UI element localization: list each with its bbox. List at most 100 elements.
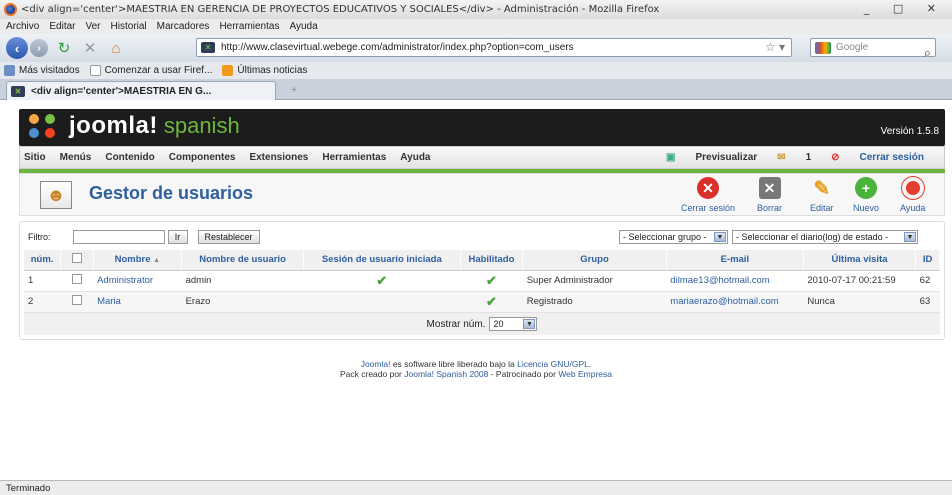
menu-componentes[interactable]: Componentes — [169, 152, 236, 163]
joomla-logo-icon — [27, 112, 61, 140]
forward-button[interactable]: › — [30, 39, 48, 57]
home-icon[interactable]: ⌂ — [106, 40, 126, 57]
menu-contenido[interactable]: Contenido — [105, 152, 154, 163]
col-group[interactable]: Grupo — [522, 250, 667, 271]
bookmark-latest-news[interactable]: Últimas noticias — [222, 65, 307, 76]
new-tab-button[interactable]: + — [291, 85, 297, 96]
col-name[interactable]: Nombre ▲ — [93, 250, 183, 271]
col-last-visit[interactable]: Última visita — [803, 250, 917, 271]
joomla-logo-subtext: spanish — [163, 113, 240, 138]
search-input[interactable]: Google ⌕ — [810, 38, 936, 60]
col-email[interactable]: E-mail — [666, 250, 804, 271]
rss-icon — [222, 65, 234, 76]
new-button[interactable]: + Nuevo — [853, 177, 879, 213]
cell-checkbox[interactable] — [60, 291, 94, 313]
joomla-spanish-link[interactable]: Joomla! Spanish 2008 — [404, 369, 488, 379]
admin-menu: Sitio Menús Contenido Componentes Extens… — [19, 146, 945, 169]
menubar: Archivo Editar Ver Historial Marcadores … — [0, 19, 952, 34]
messages-count[interactable]: 1 — [806, 152, 812, 163]
bookmark-star-icon[interactable]: ☆ ▾ — [765, 40, 785, 54]
row-checkbox[interactable] — [71, 295, 82, 305]
menu-marcadores[interactable]: Marcadores — [157, 21, 210, 32]
cell-name-link[interactable]: Administrator — [93, 270, 182, 292]
table-row: 2 Maria Erazo ✔ Registrado mariaerazo@ho… — [24, 291, 940, 313]
menu-herramientas-admin[interactable]: Herramientas — [322, 152, 386, 163]
col-id[interactable]: ID — [915, 250, 940, 271]
status-bar: Terminado — [0, 480, 952, 495]
lifebuoy-icon — [901, 177, 924, 199]
messages-icon: ✉ — [777, 152, 786, 163]
tab-active[interactable]: ✕ <div align='center'>MAESTRIA EN G... + — [6, 81, 297, 100]
cell-email-link[interactable]: dilmae13@hotmail.com — [666, 270, 804, 292]
firefox-icon — [4, 3, 17, 16]
cell-email-link[interactable]: mariaerazo@hotmail.com — [666, 291, 804, 313]
filter-input[interactable] — [72, 230, 165, 244]
log-status-select[interactable]: - Seleccionar el diario(log) de estado -… — [732, 230, 918, 244]
row-checkbox[interactable] — [71, 274, 82, 284]
admin-status: ▣ Previsualizar ✉ 1 ⊘ Cerrar sesión — [660, 152, 938, 163]
chevron-down-icon: ▼ — [523, 319, 536, 329]
search-icon[interactable]: ⌕ — [924, 45, 931, 61]
logout-user-button[interactable]: ✕ Cerrar sesión — [681, 177, 735, 213]
filter-go-button[interactable]: Ir — [167, 230, 188, 244]
tab-label: <div align='center'>MAESTRIA EN G... — [31, 85, 212, 97]
pagination: Mostrar núm. 20 ▼ — [24, 313, 940, 335]
enabled-check-icon[interactable]: ✔ — [460, 291, 523, 313]
preview-icon: ▣ — [666, 152, 676, 163]
menu-ayuda[interactable]: Ayuda — [289, 21, 317, 32]
web-empresa-link[interactable]: Web Empresa — [558, 369, 612, 379]
logout-link[interactable]: Cerrar sesión — [860, 152, 924, 163]
menu-ver[interactable]: Ver — [85, 21, 100, 32]
back-button[interactable]: ‹ — [6, 37, 28, 59]
filter-bar: Filtro: Ir Restablecer — [28, 230, 260, 244]
footer-line-1: Joomla! es software libre liberado bajo … — [0, 359, 952, 369]
reload-icon[interactable]: ↻ — [54, 39, 74, 57]
tab-favicon: ✕ — [11, 85, 25, 97]
preview-link[interactable]: Previsualizar — [695, 152, 757, 163]
window-controls[interactable]: _ □ ✕ — [864, 2, 946, 15]
google-icon — [815, 41, 831, 54]
menu-historial[interactable]: Historial — [111, 21, 147, 32]
bookmarks-bar: Más visitados Comenzar a usar Firef... Ú… — [0, 62, 952, 79]
license-link[interactable]: Licencia GNU/GPL — [517, 359, 589, 369]
cell-last-visit: Nunca — [803, 291, 916, 313]
limit-select[interactable]: 20 ▼ — [489, 317, 538, 331]
menu-sitio[interactable]: Sitio — [24, 152, 46, 163]
menu-archivo[interactable]: Archivo — [6, 21, 39, 32]
select-all-checkbox[interactable] — [71, 253, 82, 264]
group-select[interactable]: - Seleccionar grupo - ▼ — [619, 230, 728, 244]
joomla-link[interactable]: Joomla! — [361, 359, 391, 369]
delete-button[interactable]: ✕ Borrar — [757, 177, 782, 213]
limit-value: 20 — [493, 319, 504, 329]
bookmark-getting-started[interactable]: Comenzar a usar Firef... — [89, 65, 212, 76]
cell-checkbox[interactable] — [60, 270, 94, 292]
col-username[interactable]: Nombre de usuario — [181, 250, 305, 271]
users-list: Filtro: Ir Restablecer - Seleccionar gru… — [19, 221, 945, 340]
cell-name-link[interactable]: Maria — [93, 291, 182, 313]
url-text: http://www.clasevirtual.webege.com/admin… — [221, 42, 574, 53]
page-title: Gestor de usuarios — [89, 183, 254, 203]
col-enabled[interactable]: Habilitado — [460, 250, 524, 271]
col-checkbox[interactable] — [60, 250, 94, 271]
menu-editar[interactable]: Editar — [49, 21, 75, 32]
group-select-value: - Seleccionar grupo - — [623, 232, 707, 242]
bookmark-most-visited[interactable]: Más visitados — [4, 65, 80, 76]
edit-button[interactable]: ✎ Editar — [810, 177, 834, 214]
cell-username: admin — [181, 270, 304, 292]
cell-id: 62 — [915, 270, 940, 292]
menu-herramientas[interactable]: Herramientas — [219, 21, 279, 32]
enabled-check-icon[interactable]: ✔ — [460, 270, 523, 292]
menu-ayuda-admin[interactable]: Ayuda — [400, 152, 430, 163]
logged-in-cell — [303, 291, 461, 313]
pencil-icon: ✎ — [813, 177, 831, 200]
navigation-toolbar: ‹ › ↻ ✕ ⌂ ✕ http://www.clasevirtual.webe… — [0, 34, 952, 62]
menu-menus[interactable]: Menús — [60, 152, 92, 163]
col-logged[interactable]: Sesión de usuario iniciada — [303, 250, 461, 271]
filter-reset-button[interactable]: Restablecer — [197, 230, 260, 244]
users-icon: ☻ — [40, 181, 72, 209]
stop-icon[interactable]: ✕ — [80, 39, 100, 57]
logged-in-check-icon[interactable]: ✔ — [303, 270, 461, 292]
url-bar[interactable]: ✕ http://www.clasevirtual.webege.com/adm… — [196, 38, 792, 57]
help-button[interactable]: Ayuda — [900, 177, 925, 213]
menu-extensiones[interactable]: Extensiones — [249, 152, 308, 163]
